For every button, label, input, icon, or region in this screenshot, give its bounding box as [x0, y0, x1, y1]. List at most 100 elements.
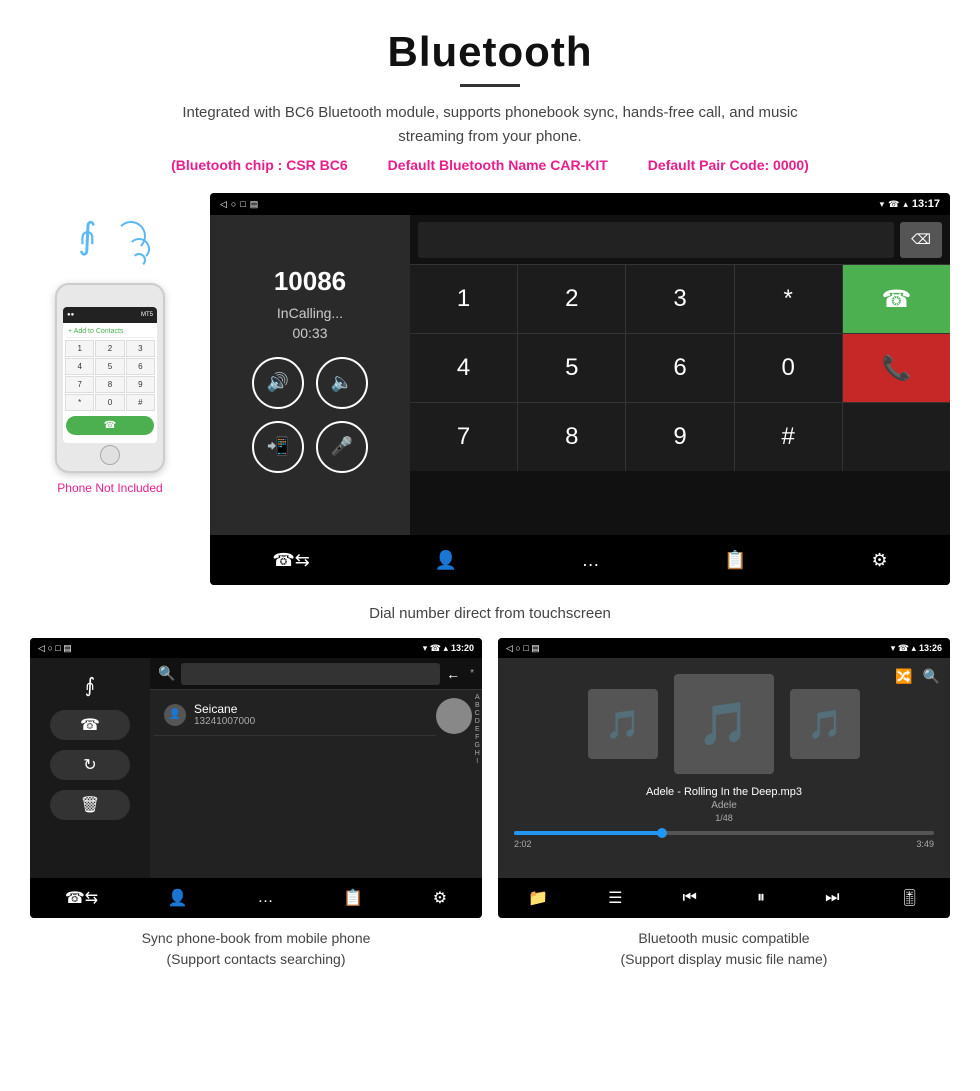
ms-toolbar-folder[interactable]: 📁: [528, 888, 548, 908]
ms-top-icons: 🔀 🔍: [895, 668, 940, 685]
mute-button[interactable]: 🎤: [316, 421, 368, 473]
toolbar-dialpad-icon[interactable]: …: [582, 550, 600, 571]
toolbar-transfer-icon[interactable]: 📋: [724, 550, 746, 571]
ms-toolbar-eq[interactable]: 🎚: [900, 888, 920, 908]
key-0[interactable]: 0: [735, 334, 842, 402]
pb-toolbar-dialpad[interactable]: …: [257, 889, 273, 907]
backspace-button[interactable]: ⌫: [900, 222, 942, 258]
back-icon: ◁: [220, 199, 227, 210]
dial-caption: Dial number direct from touchscreen: [0, 605, 980, 622]
key-6[interactable]: 6: [626, 334, 733, 402]
ms-progress-fill: [514, 831, 661, 835]
pb-search-row: 🔍 ← *: [150, 658, 482, 690]
ms-toolbar-play[interactable]: ⏸: [757, 889, 765, 907]
pb-delete-btn[interactable]: 🗑: [50, 790, 130, 820]
pb-status-time: 13:20: [451, 643, 474, 653]
dial-android-screen: ◁ ○ □ ▤ ▾ ☎ ▴ 13:17 10086 InCalling...: [210, 193, 950, 585]
page-header: Bluetooth Integrated with BC6 Bluetooth …: [0, 0, 980, 183]
ms-album-art-main: 🎵: [674, 674, 774, 774]
pb-contact-avatar: 👤: [164, 704, 186, 726]
key-1[interactable]: 1: [410, 265, 517, 333]
pb-toolbar-settings[interactable]: ⚙: [433, 888, 447, 908]
toolbar-call-icon[interactable]: ☎⇆: [272, 550, 310, 571]
volume-up-button[interactable]: 🔊: [252, 357, 304, 409]
key-9[interactable]: 9: [626, 403, 733, 471]
key-4[interactable]: 4: [410, 334, 517, 402]
phone-screen: ●● MT5 + Add to Contacts 1 2 3 4 5 6 7 8…: [63, 307, 157, 443]
key-2[interactable]: 2: [518, 265, 625, 333]
ms-progress-dot: [657, 828, 667, 838]
signal-arcs: [120, 221, 150, 267]
dial-content: 10086 InCalling... 00:33 🔊 🔈 📲 🎤: [210, 215, 950, 535]
music-caption: Bluetooth music compatible (Support disp…: [498, 928, 950, 970]
ms-search-icon[interactable]: 🔍: [923, 668, 940, 685]
pb-toolbar-contact[interactable]: 👤: [168, 888, 188, 908]
ms-time-total: 3:49: [916, 839, 934, 849]
phone-dialer: 1 2 3 4 5 6 7 8 9 * 0 #: [63, 338, 157, 413]
ms-album-art-small-right: 🎵: [790, 689, 860, 759]
call-button[interactable]: ☎: [843, 265, 950, 333]
pb-body: ⨙ ☎ ↻ 🗑 🔍 ← * �: [30, 658, 482, 878]
ms-status-time: 13:26: [919, 643, 942, 653]
transfer-button[interactable]: 📲: [252, 421, 304, 473]
location-icon: ▾: [880, 199, 885, 210]
phone-signal-icon: ☎: [888, 199, 899, 210]
status-right: ▾ ☎ ▴ 13:17: [880, 198, 940, 210]
status-left: ◁ ○ □ ▤: [220, 199, 258, 210]
end-call-button[interactable]: 📞: [843, 334, 950, 402]
volume-down-button[interactable]: 🔈: [316, 357, 368, 409]
pb-toolbar-call[interactable]: ☎⇆: [65, 888, 98, 908]
ms-body: 🔀 🔍 🎵 🎵 🎵 Adele - Rolling In the Deep.mp…: [498, 658, 950, 878]
header-divider: [460, 84, 520, 87]
dial-input-display: [418, 222, 894, 258]
ms-toolbar-next[interactable]: ⏭: [825, 889, 839, 907]
key-5[interactable]: 5: [518, 334, 625, 402]
wifi-icon: ▴: [903, 199, 908, 210]
pb-contact-info: Seicane 13241007000: [194, 702, 426, 727]
phone-topbar: ●● MT5: [63, 307, 157, 323]
numpad-grid: 1 2 3 * ☎ 4 5 6 0 📞 7 8 9 #: [410, 265, 950, 471]
pb-scroll-indicator: [436, 698, 472, 734]
call-info-panel: 10086 InCalling... 00:33 🔊 🔈 📲 🎤: [210, 215, 410, 535]
pb-contact-row: 👤 Seicane 13241007000: [154, 694, 436, 736]
pb-right-content: 🔍 ← * 👤 Seicane 13241007000: [150, 658, 482, 878]
call-timer: 00:33: [292, 325, 327, 341]
ms-status-bar: ◁ ○ □ ▤ ▾ ☎ ▴ 13:26: [498, 638, 950, 658]
dial-input-row: ⌫: [410, 215, 950, 265]
call-control-row2: 📲 🎤: [252, 421, 368, 473]
ms-shuffle-icon[interactable]: 🔀: [895, 668, 912, 685]
key-star[interactable]: *: [735, 265, 842, 333]
pb-contact-name: Seicane: [194, 702, 426, 716]
toolbar-contact-icon[interactable]: 👤: [435, 550, 457, 571]
ms-toolbar-prev[interactable]: ⏮: [683, 889, 697, 907]
pb-status-bar: ◁ ○ □ ▤ ▾ ☎ ▴ 13:20: [30, 638, 482, 658]
call-control-row1: 🔊 🔈: [252, 357, 368, 409]
key-7[interactable]: 7: [410, 403, 517, 471]
toolbar-settings-icon[interactable]: ⚙: [871, 550, 887, 571]
main-content: ⨙ ●● MT5 + Add to Contacts 1 2: [0, 183, 980, 595]
pb-alphabetical-index: A B C D E F G H I: [473, 690, 482, 878]
key-hash[interactable]: #: [735, 403, 842, 471]
ms-time-row: 2:02 3:49: [514, 839, 934, 849]
pb-refresh-btn[interactable]: ↻: [50, 750, 130, 780]
bluetooth-symbol: ⨙: [78, 215, 97, 257]
page-subtitle: Integrated with BC6 Bluetooth module, su…: [150, 101, 830, 149]
phone-home-button: [100, 445, 120, 465]
ms-progress-bar[interactable]: [514, 831, 934, 835]
spec-chip: (Bluetooth chip : CSR BC6: [171, 157, 348, 173]
pb-toolbar-transfer[interactable]: 📋: [343, 888, 363, 908]
pb-back-arrow[interactable]: ←: [446, 666, 460, 682]
home-icon: ○: [231, 199, 236, 209]
pb-call-btn[interactable]: ☎: [50, 710, 130, 740]
pb-search-bar[interactable]: [181, 663, 440, 685]
ms-toolbar: 📁 ☰ ⏮ ⏸ ⏭ 🎚: [498, 878, 950, 918]
page-title: Bluetooth: [20, 28, 960, 76]
numpad-panel: ⌫ 1 2 3 * ☎ 4 5 6 0 📞 7 8: [410, 215, 950, 535]
ms-toolbar-list[interactable]: ☰: [608, 888, 622, 908]
key-8[interactable]: 8: [518, 403, 625, 471]
pb-contact-number: 13241007000: [194, 716, 426, 727]
key-3[interactable]: 3: [626, 265, 733, 333]
signal-arc-small: [132, 253, 146, 267]
pb-left-nav: ⨙ ☎ ↻ 🗑: [30, 658, 150, 878]
phonebook-screen-item: ◁ ○ □ ▤ ▾ ☎ ▴ 13:20 ⨙ ☎ ↻ 🗑 🔍: [30, 638, 482, 970]
